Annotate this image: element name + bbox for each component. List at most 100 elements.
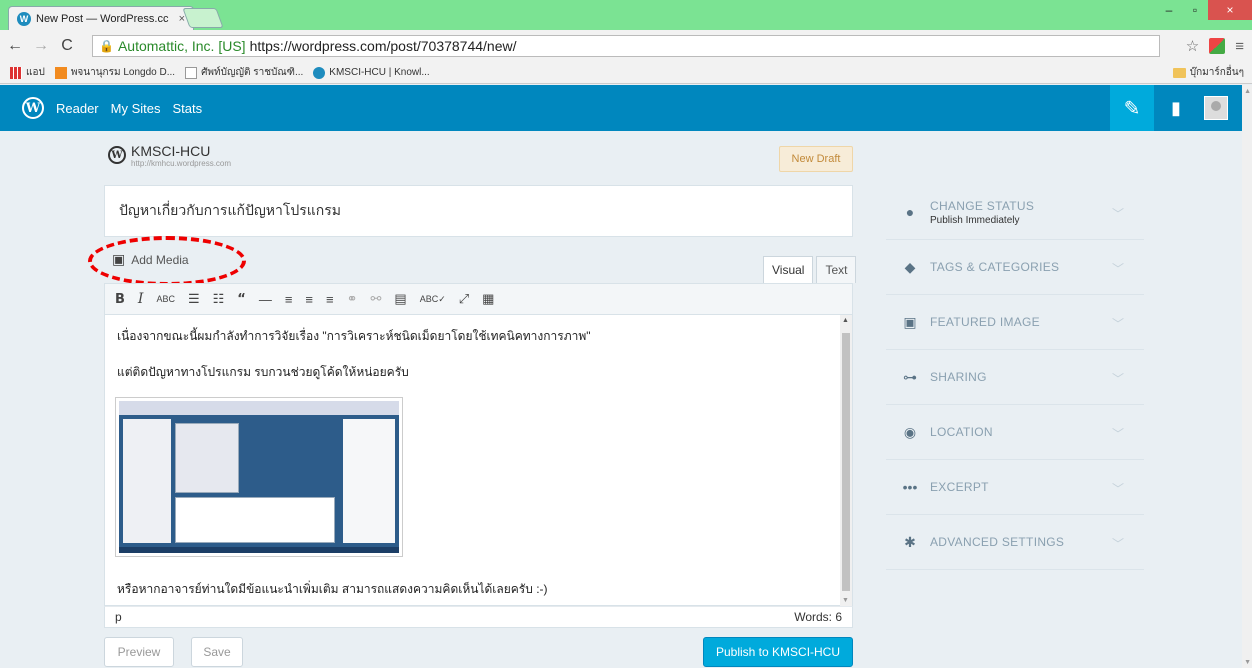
bookmark-longdo[interactable]: พจนานุกรม Longdo D... xyxy=(54,65,175,80)
toolbar-toggle-icon[interactable]: ▦ xyxy=(482,291,494,307)
publish-button[interactable]: Publish to KMSCI-HCU xyxy=(703,637,853,667)
tab-text[interactable]: Text xyxy=(816,256,857,283)
reader-link[interactable]: Reader xyxy=(56,101,99,116)
annotation-ellipse xyxy=(88,236,246,286)
content-paragraph: แต่ติดปัญหาทางโปรแกรม รบกวนช่วยดูโค้ดให้… xyxy=(117,365,409,379)
italic-icon[interactable]: I xyxy=(138,291,144,307)
avatar[interactable] xyxy=(1204,96,1228,120)
bookmark-apps[interactable]: แอป xyxy=(10,65,45,80)
page-scrollbar[interactable] xyxy=(1242,85,1252,668)
fullscreen-icon[interactable]: ⤢ xyxy=(459,291,469,307)
folder-icon xyxy=(1172,67,1186,78)
unlink-icon[interactable]: ⚯ xyxy=(371,291,382,307)
wordpress-logo-icon[interactable]: W xyxy=(22,97,44,119)
bookmark-royal-institute[interactable]: ศัพท์บัญญัติ ราชบัณฑิ... xyxy=(185,65,303,80)
new-tab-button[interactable] xyxy=(182,8,224,28)
page-icon xyxy=(185,66,198,79)
maximize-button[interactable]: ▫ xyxy=(1182,0,1208,20)
bullet-list-icon[interactable]: ☰ xyxy=(188,291,200,307)
lock-icon: 🔒 xyxy=(99,39,114,53)
other-bookmarks[interactable]: บุ๊กมาร์กอื่นๆ xyxy=(1172,65,1244,80)
embedded-screenshot-image[interactable] xyxy=(115,397,403,557)
sidebar-item-label: TAGS & CATEGORIES xyxy=(930,260,1060,274)
spellcheck-icon[interactable]: ABC✓ xyxy=(420,294,446,305)
horizontal-rule-icon[interactable]: — xyxy=(259,292,272,307)
sidebar-item-label: EXCERPT xyxy=(930,480,989,494)
address-bar-row: ← → C 🔒 Automattic, Inc. [US] https://wo… xyxy=(0,30,1252,62)
gear-icon: ✱ xyxy=(904,533,916,550)
align-left-icon[interactable]: ≡ xyxy=(285,292,293,307)
forward-arrow-icon[interactable]: → xyxy=(30,37,52,55)
post-title-input[interactable]: ปัญหาเกี่ยวกับการแก้ปัญหาโปรแกรม xyxy=(104,185,853,237)
tab-title: New Post — WordPress.cc xyxy=(36,12,169,25)
my-sites-link[interactable]: My Sites xyxy=(111,101,161,116)
content-paragraph: หรือหากอาจารย์ท่านใดมีข้อแนะนำเพิ่มเติม … xyxy=(117,582,548,596)
browser-tab-strip: W New Post — WordPress.cc × – ▫ × xyxy=(0,0,1252,30)
wordpress-masterbar: W Reader My Sites Stats ✎ ▮ xyxy=(0,85,1242,131)
bookmarks-bar: แอป พจนานุกรม Longdo D... ศัพท์บัญญัติ ร… xyxy=(0,62,1252,84)
url-input[interactable]: 🔒 Automattic, Inc. [US] https://wordpres… xyxy=(92,35,1160,57)
bold-icon[interactable]: B xyxy=(115,292,125,307)
insert-link-icon[interactable]: ⚭ xyxy=(347,291,358,307)
back-arrow-icon[interactable]: ← xyxy=(4,37,26,55)
site-header: W KMSCI-HCU http://kmhcu.wordpress.com xyxy=(108,143,231,168)
post-settings-sidebar: ● CHANGE STATUS Publish Immediately ﹀ ◆ … xyxy=(886,185,1144,570)
post-content-editor[interactable]: เนื่องจากขณะนี้ผมกำลังทำการวิจัยเรื่อง "… xyxy=(104,315,853,606)
status-badge: New Draft xyxy=(779,146,853,172)
editor-scrollbar[interactable]: ▲ ▼ xyxy=(840,315,852,606)
strikethrough-icon[interactable]: ABC xyxy=(156,294,175,304)
bookmark-star-icon[interactable]: ☆ xyxy=(1186,37,1199,55)
chevron-down-icon: ﹀ xyxy=(1111,317,1124,331)
sidebar-item-advanced-settings[interactable]: ✱ ADVANCED SETTINGS ﹀ xyxy=(886,515,1144,570)
align-right-icon[interactable]: ≡ xyxy=(326,292,334,307)
scroll-up-arrow-icon[interactable]: ▲ xyxy=(1244,88,1251,95)
scroll-up-arrow-icon[interactable]: ▲ xyxy=(842,317,849,324)
align-center-icon[interactable]: ≡ xyxy=(305,292,313,307)
bookmark-kmsci[interactable]: KMSCI-HCU | Knowl... xyxy=(313,66,430,79)
scrollbar-thumb[interactable] xyxy=(842,333,850,591)
notifications-icon[interactable]: ▮ xyxy=(1154,98,1198,119)
location-icon: ◉ xyxy=(903,423,917,440)
preview-button[interactable]: Preview xyxy=(104,637,174,667)
browser-tab[interactable]: W New Post — WordPress.cc × xyxy=(8,6,194,30)
editor-toolbar: B I ABC ☰ ☷ “ — ≡ ≡ ≡ ⚭ ⚯ ▤ ABC✓ ⤢ ▦ xyxy=(104,283,853,315)
chevron-down-icon: ﹀ xyxy=(1111,207,1124,221)
pin-icon: ● xyxy=(905,204,915,220)
word-count: Words: 6 xyxy=(794,610,842,624)
window-controls: – ▫ × xyxy=(1156,0,1252,20)
scroll-down-arrow-icon[interactable]: ▼ xyxy=(1244,659,1251,666)
sidebar-item-sublabel: Publish Immediately xyxy=(930,214,1020,226)
sidebar-item-tags-categories[interactable]: ◆ TAGS & CATEGORIES ﹀ xyxy=(886,240,1144,295)
url-text: https://wordpress.com/post/70378744/new/ xyxy=(249,38,517,54)
editor-statusbar: p Words: 6 xyxy=(104,606,853,628)
wordpress-favicon-icon: W xyxy=(17,11,31,26)
write-post-icon[interactable]: ✎ xyxy=(1110,85,1154,131)
sidebar-item-label: CHANGE STATUS xyxy=(930,198,1035,213)
tab-visual[interactable]: Visual xyxy=(763,256,814,283)
scroll-down-arrow-icon[interactable]: ▼ xyxy=(842,597,849,604)
share-icon: ⊶ xyxy=(903,368,917,385)
minimize-button[interactable]: – xyxy=(1156,0,1182,20)
apps-icon xyxy=(10,66,22,79)
longdo-icon xyxy=(54,66,67,79)
read-more-icon[interactable]: ▤ xyxy=(394,291,406,307)
chevron-down-icon: ﹀ xyxy=(1111,427,1124,441)
sidebar-item-location[interactable]: ◉ LOCATION ﹀ xyxy=(886,405,1144,460)
sidebar-item-sharing[interactable]: ⊶ SHARING ﹀ xyxy=(886,350,1144,405)
numbered-list-icon[interactable]: ☷ xyxy=(213,291,225,307)
save-button[interactable]: Save xyxy=(191,637,243,667)
chevron-down-icon: ﹀ xyxy=(1111,537,1124,551)
ev-certificate-label: Automattic, Inc. [US] xyxy=(117,38,246,54)
extension-icon[interactable] xyxy=(1209,38,1226,54)
sidebar-item-label: SHARING xyxy=(930,370,987,384)
chrome-menu-icon[interactable]: ≡ xyxy=(1235,38,1244,55)
chevron-down-icon: ﹀ xyxy=(1111,482,1124,496)
sidebar-item-excerpt[interactable]: ••• EXCERPT ﹀ xyxy=(886,460,1144,515)
stats-link[interactable]: Stats xyxy=(172,101,202,116)
close-window-button[interactable]: × xyxy=(1208,0,1252,20)
reload-icon[interactable]: C xyxy=(56,37,78,55)
site-wordpress-icon: W xyxy=(108,146,126,164)
blockquote-icon[interactable]: “ xyxy=(237,292,246,307)
sidebar-item-featured-image[interactable]: ▣ FEATURED IMAGE ﹀ xyxy=(886,295,1144,350)
sidebar-item-change-status[interactable]: ● CHANGE STATUS Publish Immediately ﹀ xyxy=(886,185,1144,240)
